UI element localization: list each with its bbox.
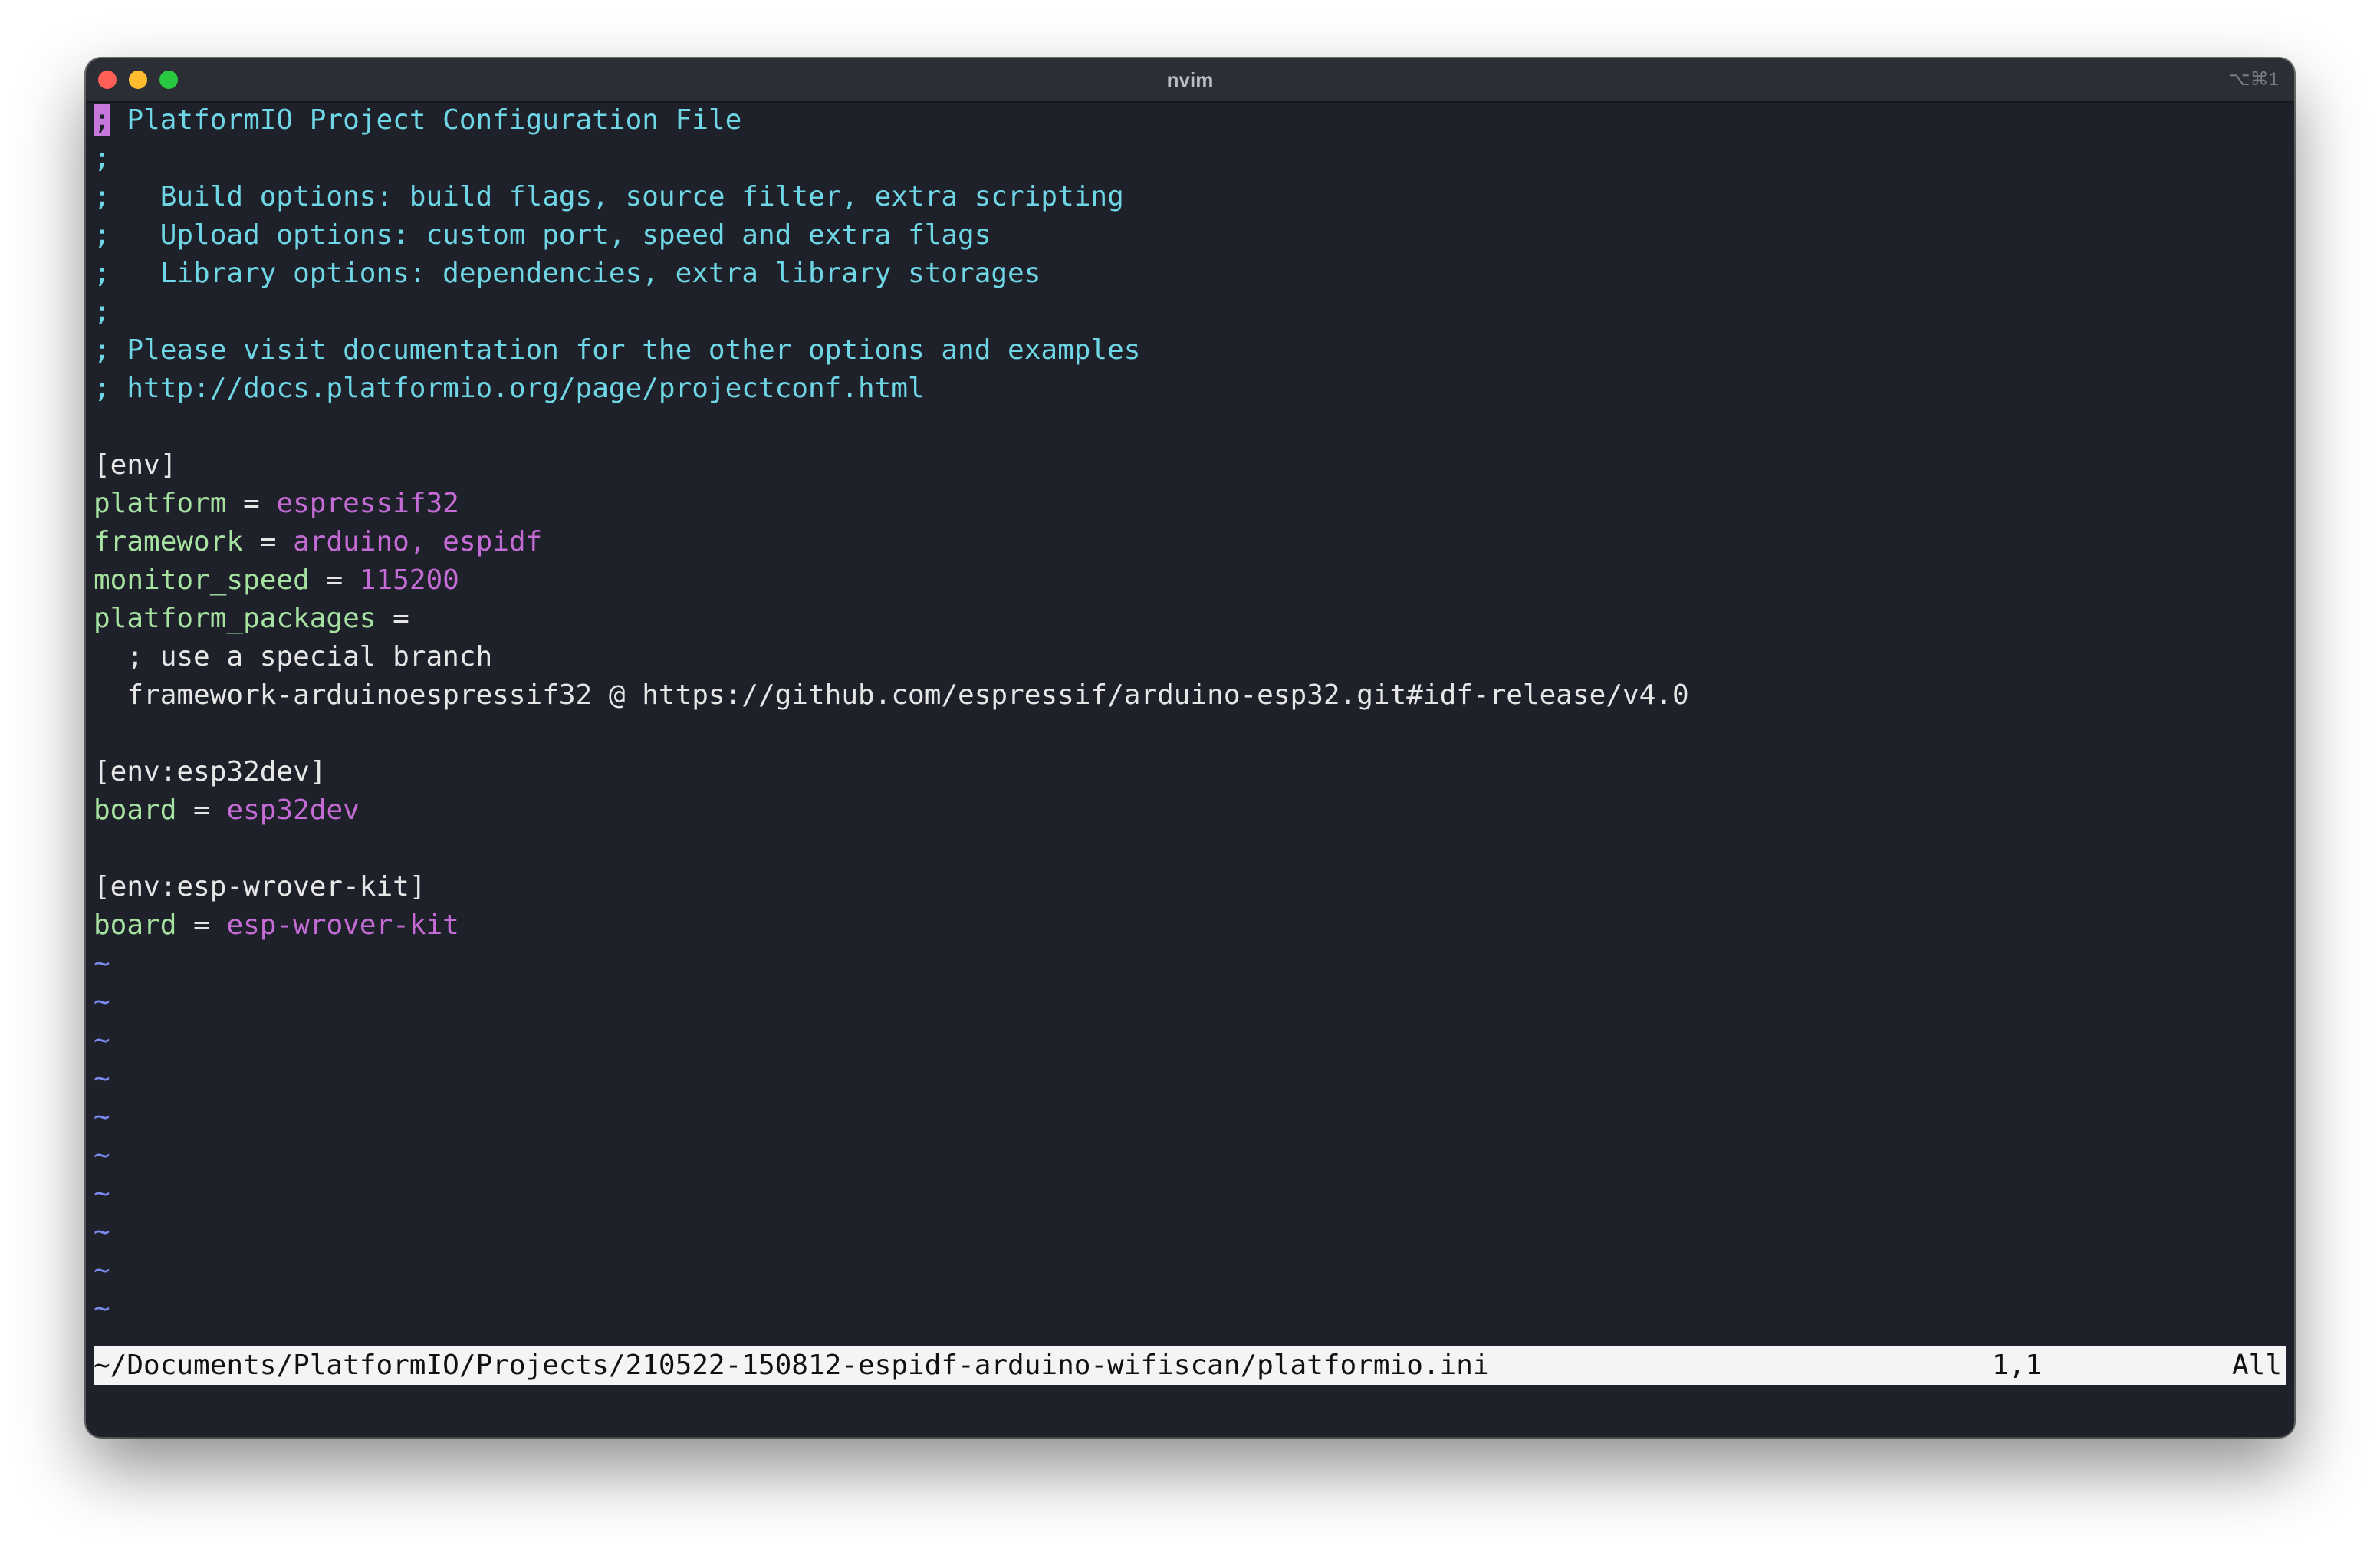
assign-operator: = <box>243 526 294 557</box>
section-header: [env] <box>94 449 177 481</box>
config-key: platform_packages <box>94 603 376 634</box>
editor-line[interactable]: ; Please visit documentation for the oth… <box>94 331 2286 370</box>
editor-line[interactable]: framework-arduinoespressif32 @ https://g… <box>94 676 2286 715</box>
editor-buffer[interactable]: ; PlatformIO Project Configuration File … <box>94 101 2286 1328</box>
editor-line[interactable]: platform_packages = <box>94 600 2286 638</box>
config-value: esp32dev <box>226 794 360 826</box>
empty-line-tilde: ~ <box>94 948 110 979</box>
empty-line-tilde: ~ <box>94 1101 110 1133</box>
empty-line-tilde: ~ <box>94 1216 110 1248</box>
empty-line-tilde: ~ <box>94 1293 110 1324</box>
editor-line[interactable]: board = esp-wrover-kit <box>94 906 2286 945</box>
editor-line-blank[interactable] <box>94 408 2286 446</box>
window-title: nvim <box>1166 68 1214 91</box>
comment-text: ; Please visit documentation for the oth… <box>94 334 1141 366</box>
plain-text: ; use a special branch <box>94 641 493 672</box>
editor-line[interactable]: framework = arduino, espidf <box>94 523 2286 561</box>
editor-line[interactable]: ; Build options: build flags, source fil… <box>94 178 2286 216</box>
section-header: [env:esp-wrover-kit] <box>94 871 426 903</box>
editor-line[interactable]: platform = espressif32 <box>94 485 2286 523</box>
comment-text: ; Build options: build flags, source fil… <box>94 181 1124 212</box>
editor-line[interactable]: ; Library options: dependencies, extra l… <box>94 255 2286 293</box>
empty-line-tilde: ~ <box>94 986 110 1018</box>
status-line: ~/Documents/PlatformIO/Projects/210522-1… <box>94 1346 2286 1385</box>
comment-text: ; <box>94 143 110 174</box>
empty-line-tilde: ~ <box>94 1063 110 1094</box>
assign-operator: = <box>226 488 277 519</box>
empty-line-tilde: ~ <box>94 1024 110 1056</box>
config-key: monitor_speed <box>94 564 310 596</box>
window-shortcut-label: ⌥⌘1 <box>2228 69 2279 90</box>
editor-line[interactable]: ; use a special branch <box>94 638 2286 676</box>
editor-line[interactable]: ; <box>94 140 2286 178</box>
editor-line[interactable]: [env:esp32dev] <box>94 753 2286 791</box>
editor-line[interactable]: ; PlatformIO Project Configuration File <box>94 101 2286 140</box>
editor-line[interactable]: ; <box>94 293 2286 331</box>
config-key: platform <box>94 488 227 519</box>
plain-text: framework-arduinoespressif32 @ https://g… <box>94 679 1689 711</box>
comment-text: ; http://docs.platformio.org/page/projec… <box>94 373 925 404</box>
config-value: esp-wrover-kit <box>226 909 459 941</box>
editor-line-blank[interactable] <box>94 715 2286 753</box>
config-key: board <box>94 794 177 826</box>
scroll-position: All <box>2231 1350 2282 1381</box>
comment-text: PlatformIO Project Configuration File <box>110 104 742 136</box>
editor-line[interactable]: board = esp32dev <box>94 791 2286 830</box>
assign-operator: = <box>376 603 409 634</box>
config-value: 115200 <box>359 564 459 596</box>
section-header: [env:esp32dev] <box>94 756 327 788</box>
empty-line-tilde: ~ <box>94 1254 110 1286</box>
config-value: arduino, espidf <box>293 526 543 557</box>
config-key: board <box>94 909 177 941</box>
cursor-position: 1,1 <box>1992 1350 2043 1381</box>
terminal-window: nvim ⌥⌘1 ; PlatformIO Project Configurat… <box>86 58 2294 1437</box>
editor-line[interactable]: ; Upload options: custom port, speed and… <box>94 216 2286 255</box>
comment-text: ; Upload options: custom port, speed and… <box>94 219 991 251</box>
text-cursor: ; <box>94 104 110 136</box>
editor-line[interactable]: [env:esp-wrover-kit] <box>94 868 2286 906</box>
assign-operator: = <box>176 909 227 941</box>
file-path: ~/Documents/PlatformIO/Projects/210522-1… <box>94 1350 1490 1381</box>
editor-line-blank[interactable] <box>94 830 2286 868</box>
assign-operator: = <box>309 564 360 596</box>
editor-line[interactable]: monitor_speed = 115200 <box>94 561 2286 600</box>
config-value: espressif32 <box>276 488 459 519</box>
editor-line[interactable]: ; http://docs.platformio.org/page/projec… <box>94 370 2286 408</box>
empty-line-tilde: ~ <box>94 1139 110 1171</box>
editor-line[interactable]: [env] <box>94 446 2286 485</box>
empty-line-tilde: ~ <box>94 1178 110 1209</box>
title-bar[interactable]: nvim ⌥⌘1 <box>86 58 2294 103</box>
comment-text: ; Library options: dependencies, extra l… <box>94 258 1041 289</box>
assign-operator: = <box>176 794 227 826</box>
comment-text: ; <box>94 296 110 327</box>
config-key: framework <box>94 526 244 557</box>
